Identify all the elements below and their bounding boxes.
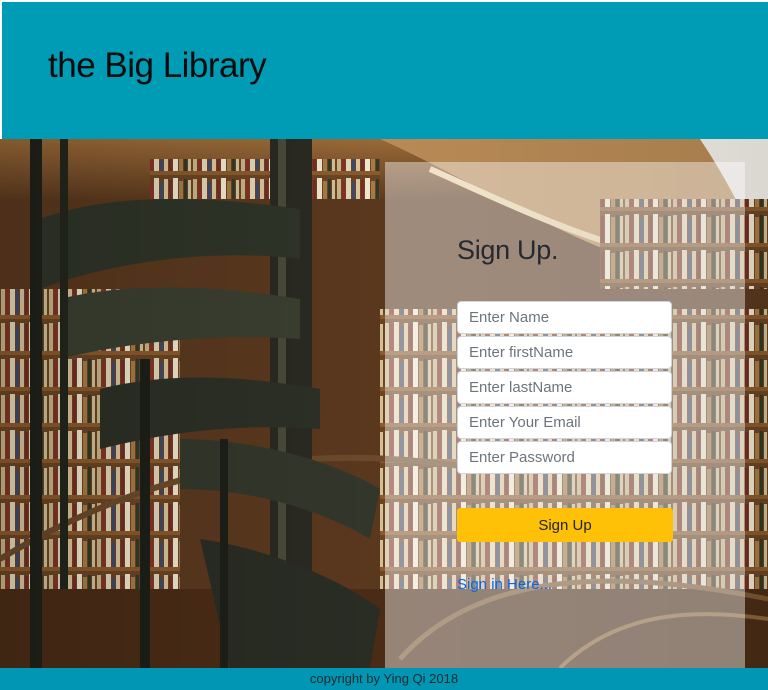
email-field[interactable]: [457, 406, 672, 439]
name-field[interactable]: [457, 301, 672, 334]
signup-panel: Sign Up. Sign Up Sign in Here...: [385, 162, 745, 668]
footer: copyright by Ying Qi 2018: [0, 668, 768, 690]
signup-title: Sign Up.: [457, 235, 559, 265]
password-field[interactable]: [457, 441, 672, 474]
lastname-field[interactable]: [457, 371, 672, 404]
page: the Big Library Sign Up. Enter Name Ente…: [0, 0, 768, 690]
sign-in-link[interactable]: Sign in Here...: [457, 576, 552, 593]
brand-title: the Big Library: [48, 46, 267, 85]
firstname-field[interactable]: [457, 336, 672, 369]
copyright-text: copyright by Ying Qi 2018: [309, 671, 459, 686]
top-header: the Big Library: [0, 0, 768, 139]
sign-up-button[interactable]: Sign Up: [457, 508, 673, 542]
